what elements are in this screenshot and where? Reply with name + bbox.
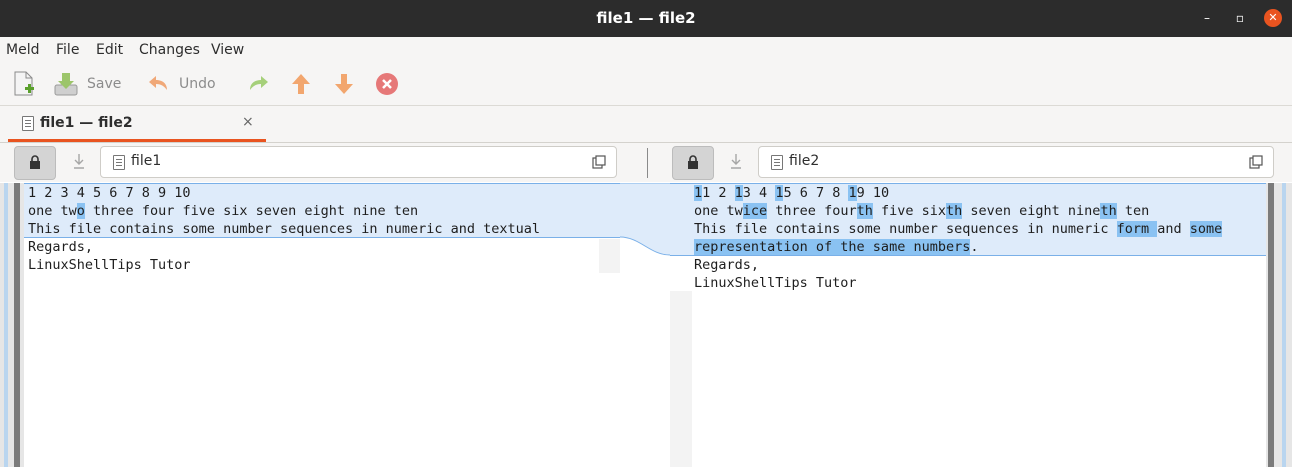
line-filler: [599, 239, 620, 273]
line-filler: [670, 291, 692, 467]
menu-view[interactable]: View: [211, 37, 244, 63]
minimize-button[interactable]: –: [1198, 9, 1216, 27]
right-gutter: [1266, 183, 1292, 467]
stop-icon: [376, 73, 398, 95]
stop-button[interactable]: [375, 69, 399, 99]
maximize-button[interactable]: ▫: [1231, 9, 1249, 27]
menu-changes[interactable]: Changes: [139, 37, 200, 63]
menu-bar: Meld File Edit Changes View: [0, 37, 1292, 63]
browse-icon[interactable]: [592, 155, 606, 169]
tab-label: file1 — file2: [40, 115, 133, 131]
document-icon: [22, 116, 34, 131]
arrow-up-icon: [292, 74, 310, 94]
left-scrollbar[interactable]: [14, 183, 20, 467]
tab-bar: file1 — file2 ×: [0, 106, 1292, 143]
lock-icon: [688, 155, 698, 169]
menu-meld[interactable]: Meld: [6, 37, 39, 63]
left-text-pane[interactable]: 1 2 3 4 5 6 7 8 9 10 one two three four …: [24, 183, 620, 467]
left-file-text[interactable]: 1 2 3 4 5 6 7 8 9 10 one two three four …: [28, 184, 540, 274]
right-file-name: file2: [789, 153, 820, 169]
right-file-text[interactable]: 11 2 13 4 15 6 7 8 19 10 one twice three…: [694, 184, 1223, 292]
new-comparison-button[interactable]: [12, 69, 36, 99]
right-lock-button[interactable]: [672, 146, 714, 180]
diff-link-map[interactable]: [620, 183, 670, 467]
redo-button[interactable]: [246, 69, 270, 99]
undo-button[interactable]: Undo: [147, 69, 216, 99]
browse-icon[interactable]: [1249, 155, 1263, 169]
right-save-icon[interactable]: [729, 153, 743, 171]
close-window-button[interactable]: ✕: [1264, 9, 1282, 27]
save-button[interactable]: Save: [53, 69, 121, 99]
left-file-name: file1: [131, 153, 162, 169]
tab-active-indicator: [8, 139, 266, 142]
new-document-icon: [14, 71, 34, 96]
previous-change-button[interactable]: [289, 69, 313, 99]
right-text-pane[interactable]: 11 2 13 4 15 6 7 8 19 10 one twice three…: [670, 183, 1266, 467]
undo-label: Undo: [179, 76, 216, 92]
left-save-icon[interactable]: [72, 153, 86, 171]
lock-icon: [30, 155, 40, 169]
right-change-map[interactable]: [1282, 183, 1286, 467]
redo-icon: [250, 76, 268, 90]
file-bar: file1 file2: [0, 143, 1292, 182]
title-bar: file1 — file2 – ▫ ✕: [0, 0, 1292, 37]
tab-close-button[interactable]: ×: [242, 114, 254, 130]
window-title: file1 — file2: [596, 9, 696, 27]
tab-file1-file2[interactable]: file1 — file2 ×: [8, 106, 266, 142]
left-gutter: [0, 183, 24, 467]
toolbar: Save Undo: [0, 63, 1292, 106]
pane-separator: [647, 148, 648, 178]
next-change-button[interactable]: [332, 69, 356, 99]
document-icon: [771, 155, 783, 170]
menu-edit[interactable]: Edit: [96, 37, 123, 63]
arrow-down-icon: [335, 74, 353, 94]
save-label: Save: [87, 76, 122, 92]
right-file-entry[interactable]: file2: [758, 146, 1274, 178]
document-icon: [113, 155, 125, 170]
left-change-map[interactable]: [4, 183, 8, 467]
menu-file[interactable]: File: [56, 37, 79, 63]
left-file-entry[interactable]: file1: [100, 146, 617, 178]
right-scrollbar[interactable]: [1268, 183, 1274, 467]
save-icon: [54, 73, 78, 96]
undo-icon: [149, 76, 167, 90]
left-lock-button[interactable]: [14, 146, 56, 180]
